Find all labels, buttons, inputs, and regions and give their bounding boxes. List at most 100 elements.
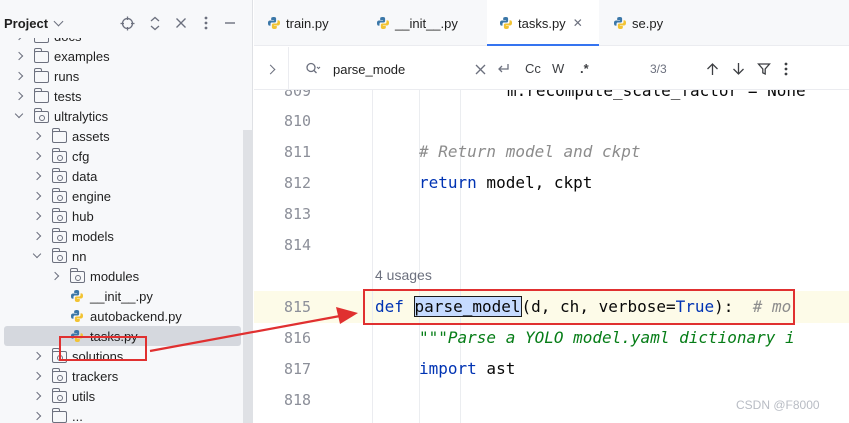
tree-item-engine[interactable]: engine xyxy=(0,186,252,206)
folder-icon xyxy=(34,38,49,43)
line-number: 810 xyxy=(284,112,312,130)
tree-item-ultralytics[interactable]: ultralytics xyxy=(0,106,252,126)
tree-item-trackers[interactable]: trackers xyxy=(0,366,252,386)
tab-label: se.py xyxy=(632,15,664,31)
chevron-right-icon[interactable] xyxy=(32,191,42,201)
package-folder-icon xyxy=(51,228,67,243)
tree-item-docs[interactable]: docs xyxy=(0,38,252,46)
tab-init-py[interactable]: __init__.py xyxy=(376,0,458,46)
project-panel-title[interactable]: Project xyxy=(4,16,48,31)
folder-icon xyxy=(33,68,49,83)
tree-item-utils[interactable]: utils xyxy=(0,386,252,406)
package-folder-icon xyxy=(51,148,67,163)
project-tree: docs examples runs tests ultralytics assets cf… xyxy=(0,38,252,423)
tree-scrollbar[interactable] xyxy=(243,130,252,423)
keyword: def xyxy=(375,297,404,316)
tree-item-data[interactable]: data xyxy=(0,166,252,186)
chevron-right-icon[interactable] xyxy=(32,211,42,221)
chevron-right-icon[interactable] xyxy=(14,38,24,41)
tree-item-label: autobackend.py xyxy=(90,309,182,324)
tab-tasks-py[interactable]: tasks.py ✕ xyxy=(487,0,599,46)
expand-collapse-icon[interactable] xyxy=(147,15,163,31)
package-folder-icon xyxy=(33,108,49,123)
code-line-815: def parse_model(d, ch, verbose=True): # … xyxy=(375,296,791,317)
arrow-down-icon[interactable] xyxy=(732,62,745,76)
chevron-right-icon[interactable] xyxy=(14,71,24,81)
tree-item-tests[interactable]: tests xyxy=(0,86,252,106)
tree-item-label: nn xyxy=(72,249,87,264)
tab-train-py[interactable]: train.py xyxy=(267,0,329,46)
line-number: 816 xyxy=(284,329,312,347)
chevron-down-icon[interactable] xyxy=(53,16,64,26)
package-folder-icon xyxy=(51,248,67,263)
find-bar-divider xyxy=(288,47,289,90)
code-editor[interactable]: 809 810 811 812 813 814 815 816 817 818 … xyxy=(254,90,849,423)
code-line-816: """Parse a YOLO model.yaml dictionary i xyxy=(419,328,795,347)
chevron-right-icon[interactable] xyxy=(14,91,24,101)
python-file-icon xyxy=(268,17,280,29)
tree-item-tasks-py[interactable]: tasks.py xyxy=(4,326,241,346)
tree-item-label: tests xyxy=(54,89,82,104)
tree-item-solutions[interactable]: solutions xyxy=(0,346,252,366)
filter-icon[interactable] xyxy=(757,62,771,76)
tree-item-nn[interactable]: nn xyxy=(0,246,252,266)
whole-words-toggle[interactable]: W xyxy=(552,61,564,77)
tree-item-autobackend-py[interactable]: autobackend.py xyxy=(0,306,252,326)
tree-item-modules[interactable]: modules xyxy=(0,266,252,286)
new-line-icon[interactable] xyxy=(496,62,510,76)
tab-label: train.py xyxy=(286,15,329,31)
minimize-icon[interactable] xyxy=(222,15,238,31)
tree-item-[interactable]: ... xyxy=(0,406,252,423)
tree-item-label: utils xyxy=(72,389,96,404)
tab-label: tasks.py xyxy=(518,15,566,31)
usages-hint[interactable]: 4 usages xyxy=(375,267,432,283)
arrow-up-icon[interactable] xyxy=(706,62,719,76)
gutter-divider xyxy=(372,90,373,423)
more-options-icon[interactable] xyxy=(198,15,214,31)
tree-item-models[interactable]: models xyxy=(0,226,252,246)
close-tab-icon[interactable]: ✕ xyxy=(573,16,583,30)
chevron-down-icon[interactable] xyxy=(32,249,42,259)
code-line-812: return model, ckpt xyxy=(419,173,592,192)
match-case-toggle[interactable]: Cc xyxy=(525,61,541,77)
chevron-down-icon[interactable] xyxy=(14,109,24,119)
tree-item-label: assets xyxy=(72,129,110,144)
python-file-icon xyxy=(500,17,512,29)
line-number: 812 xyxy=(284,174,312,192)
tree-item-assets[interactable]: assets xyxy=(0,126,252,146)
chevron-right-icon[interactable] xyxy=(14,51,24,61)
chevron-right-icon[interactable] xyxy=(32,391,42,401)
more-options-icon[interactable] xyxy=(784,62,788,76)
python-file-icon xyxy=(377,17,389,29)
tree-item-init-py[interactable]: __init__.py xyxy=(0,286,252,306)
regex-toggle[interactable]: .* xyxy=(580,61,589,77)
search-history-icon[interactable] xyxy=(305,61,321,77)
chevron-right-icon[interactable] xyxy=(50,271,60,281)
search-input[interactable] xyxy=(333,59,473,79)
close-icon[interactable] xyxy=(173,15,189,31)
line-number: 811 xyxy=(284,143,312,161)
clear-search-icon[interactable] xyxy=(475,64,486,75)
chevron-right-icon[interactable] xyxy=(32,131,42,141)
tab-se-py[interactable]: se.py xyxy=(613,0,663,46)
tree-item-examples[interactable]: examples xyxy=(0,46,252,66)
folder-icon xyxy=(33,88,49,103)
tree-item-cfg[interactable]: cfg xyxy=(0,146,252,166)
keyword: True xyxy=(675,297,715,316)
tree-item-label: examples xyxy=(54,49,110,64)
code-text: ast xyxy=(476,359,516,378)
tree-item-label: docs xyxy=(54,38,81,44)
chevron-right-icon[interactable] xyxy=(32,371,42,381)
chevron-right-icon[interactable] xyxy=(32,351,42,361)
chevron-right-icon[interactable] xyxy=(32,151,42,161)
tree-item-hub[interactable]: hub xyxy=(0,206,252,226)
tree-item-runs[interactable]: runs xyxy=(0,66,252,86)
package-folder-icon xyxy=(51,208,67,223)
chevron-right-icon[interactable] xyxy=(32,231,42,241)
chevron-right-icon[interactable] xyxy=(32,411,42,421)
chevron-right-icon[interactable] xyxy=(32,171,42,181)
expand-replace-icon[interactable] xyxy=(265,64,276,75)
find-bar: Cc W .* 3/3 xyxy=(254,47,849,90)
line-number: 809 xyxy=(284,90,312,100)
locate-file-icon[interactable] xyxy=(119,15,135,31)
